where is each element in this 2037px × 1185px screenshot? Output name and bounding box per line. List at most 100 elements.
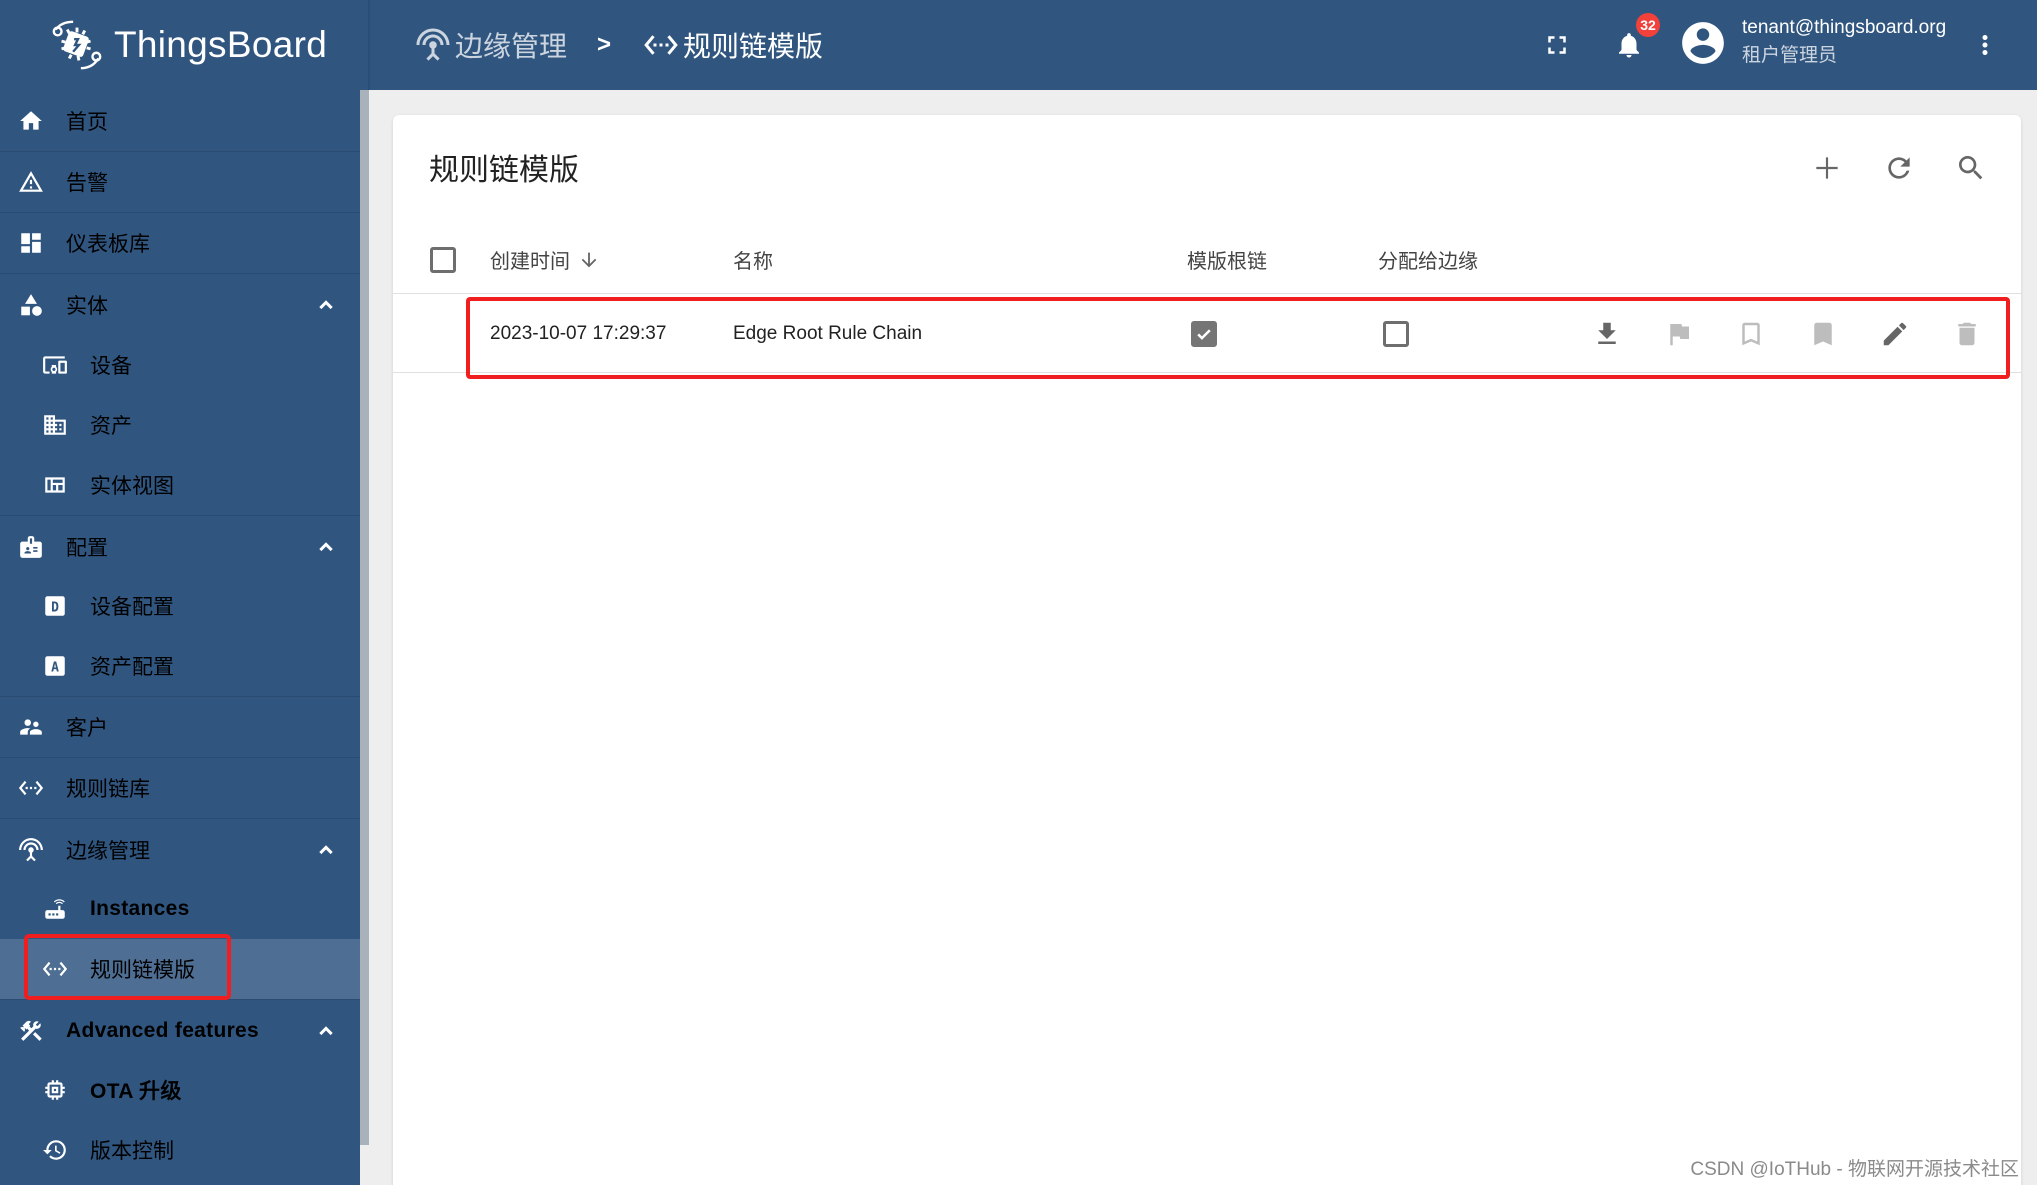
search-button[interactable] bbox=[1935, 140, 2007, 196]
sidebar-item-home[interactable]: 首页 bbox=[0, 91, 360, 152]
column-label: 模版根链 bbox=[1187, 251, 1267, 273]
sidebar-item-asset-profiles[interactable]: A 资产配置 bbox=[0, 636, 360, 696]
sidebar-item-rule-chains[interactable]: 规则链库 bbox=[0, 758, 360, 819]
chevron-up-icon bbox=[319, 299, 333, 309]
top-toolbar: ThingsBoard 边缘管理 > 规则链模版 32 tenant@thing… bbox=[0, 0, 2037, 90]
select-all-checkbox[interactable] bbox=[430, 225, 456, 294]
bell-icon bbox=[1619, 33, 1639, 58]
memory-icon bbox=[42, 1077, 68, 1103]
column-label: 分配给边缘 bbox=[1378, 251, 1478, 273]
user-role: 租户管理员 bbox=[1742, 45, 1838, 66]
refresh-icon bbox=[1888, 157, 1910, 179]
sidebar-item-devices[interactable]: 设备 bbox=[0, 335, 360, 395]
app-logo[interactable]: ThingsBoard bbox=[48, 14, 327, 76]
sidebar-item-profiles[interactable]: 配置 bbox=[0, 516, 360, 577]
table-header: 创建时间 名称 模版根链 分配给边缘 bbox=[393, 225, 2021, 294]
sidebar-item-label: 规则链库 bbox=[66, 778, 150, 801]
view-quilt-icon bbox=[42, 472, 68, 498]
svg-text:D: D bbox=[51, 600, 59, 615]
settings-ethernet-icon bbox=[18, 775, 44, 801]
add-icon bbox=[1816, 157, 1838, 179]
more-menu-button[interactable] bbox=[1960, 20, 2010, 70]
device-profile-icon: D bbox=[42, 593, 68, 619]
devices-icon bbox=[42, 352, 68, 378]
sidebar-scrollbar[interactable] bbox=[360, 90, 369, 1145]
router-icon bbox=[42, 896, 68, 922]
sidebar-item-version-control[interactable]: 版本控制 bbox=[0, 1120, 360, 1180]
edge-icon bbox=[416, 28, 450, 61]
sidebar-item-entity-views[interactable]: 实体视图 bbox=[0, 455, 360, 515]
sidebar-item-advanced-features[interactable]: Advanced features bbox=[0, 1000, 360, 1061]
column-label: 创建时间 bbox=[490, 251, 570, 273]
domain-icon bbox=[42, 412, 68, 438]
sidebar-item-edge-management[interactable]: 边缘管理 bbox=[0, 819, 360, 880]
sidebar-item-alarms[interactable]: 告警 bbox=[0, 152, 360, 213]
sidebar-item-label: 资产配置 bbox=[90, 656, 174, 679]
user-email: tenant@thingsboard.org bbox=[1742, 17, 1947, 38]
sidebar-item-assets[interactable]: 资产 bbox=[0, 395, 360, 455]
column-label: 名称 bbox=[733, 251, 773, 273]
sidebar-item-label: 仪表板库 bbox=[66, 233, 150, 256]
arrow-downward-icon bbox=[581, 252, 597, 267]
column-header-assigned-to-edge[interactable]: 分配给边缘 bbox=[1378, 225, 1478, 294]
notifications-badge: 32 bbox=[1636, 13, 1660, 37]
chevron-up-icon bbox=[319, 844, 333, 854]
add-button[interactable] bbox=[1791, 140, 1863, 196]
supervisor-account-icon bbox=[18, 714, 44, 740]
sidebar-item-customers[interactable]: 客户 bbox=[0, 697, 360, 758]
sidebar-item-label: 实体视图 bbox=[90, 475, 174, 498]
breadcrumb-item-edge[interactable]: 边缘管理 bbox=[415, 25, 567, 65]
chevron-up-icon bbox=[319, 541, 333, 551]
sidebar-item-label: 配置 bbox=[66, 536, 108, 560]
sidebar-scroll-track bbox=[369, 90, 393, 1185]
search-icon bbox=[1959, 156, 1983, 180]
sidebar-item-label: 首页 bbox=[66, 111, 108, 134]
toolbar-divider bbox=[368, 0, 370, 90]
sidebar-item-label: 实体 bbox=[66, 294, 108, 318]
sidebar-item-label: 资产 bbox=[90, 415, 132, 438]
sidebar-item-label: 设备 bbox=[90, 355, 132, 378]
sidebar-item-instances[interactable]: Instances bbox=[0, 879, 360, 939]
sidebar-item-entities[interactable]: 实体 bbox=[0, 274, 360, 335]
card-toolbar bbox=[1791, 140, 2007, 196]
sidebar-item-label: Advanced features bbox=[66, 1018, 260, 1042]
category-icon bbox=[18, 292, 44, 318]
chevron-up-icon bbox=[319, 1025, 333, 1035]
svg-text:A: A bbox=[51, 660, 59, 675]
breadcrumb-label: 边缘管理 bbox=[455, 31, 568, 62]
sidebar-item-label: 设备配置 bbox=[90, 596, 174, 619]
account-circle-icon[interactable] bbox=[1678, 18, 1728, 68]
fullscreen-button[interactable] bbox=[1532, 20, 1582, 70]
home-icon bbox=[18, 108, 44, 134]
page-title: 规则链模版 bbox=[429, 154, 579, 187]
column-header-template-root[interactable]: 模版根链 bbox=[1187, 225, 1267, 294]
sidebar-item-label: 告警 bbox=[66, 172, 108, 195]
user-info[interactable]: tenant@thingsboard.org 租户管理员 bbox=[1742, 14, 1946, 70]
breadcrumb: 边缘管理 > 规则链模版 bbox=[415, 22, 823, 68]
sidebar-item-label: Instances bbox=[90, 897, 190, 920]
highlight-box-nav bbox=[24, 934, 231, 1000]
breadcrumb-item-rule-chain-templates: 规则链模版 bbox=[643, 25, 823, 65]
breadcrumb-separator: > bbox=[597, 31, 612, 58]
column-header-created-time[interactable]: 创建时间 bbox=[490, 225, 600, 294]
warning-icon bbox=[18, 169, 44, 195]
app-name: ThingsBoard bbox=[114, 24, 328, 65]
sidebar-item-device-profiles[interactable]: D 设备配置 bbox=[0, 576, 360, 636]
breadcrumb-label: 规则链模版 bbox=[683, 31, 824, 62]
column-header-name[interactable]: 名称 bbox=[733, 225, 773, 294]
edge-icon bbox=[18, 837, 44, 863]
refresh-button[interactable] bbox=[1863, 140, 1935, 196]
fullscreen-icon bbox=[1548, 36, 1566, 54]
sidebar-item-ota-updates[interactable]: OTA 升级 bbox=[0, 1060, 360, 1120]
highlight-box-row bbox=[466, 297, 2010, 379]
watermark: CSDN @IoTHub - 物联网开源技术社区 bbox=[1690, 1159, 2019, 1180]
sidebar-item-label: 版本控制 bbox=[90, 1140, 174, 1163]
thingsboard-logo-icon bbox=[52, 20, 102, 70]
history-icon bbox=[42, 1137, 68, 1163]
rule-chain-templates-card: 规则链模版 创建时间 名称 模版根链 分配给边缘 2023-10-07 17:2… bbox=[393, 115, 2021, 1185]
sidebar-item-label: 边缘管理 bbox=[66, 839, 150, 863]
sidebar-item-label: 客户 bbox=[66, 717, 108, 740]
construction-icon bbox=[18, 1018, 44, 1044]
dashboard-icon bbox=[18, 230, 44, 256]
sidebar-item-dashboards[interactable]: 仪表板库 bbox=[0, 213, 360, 274]
